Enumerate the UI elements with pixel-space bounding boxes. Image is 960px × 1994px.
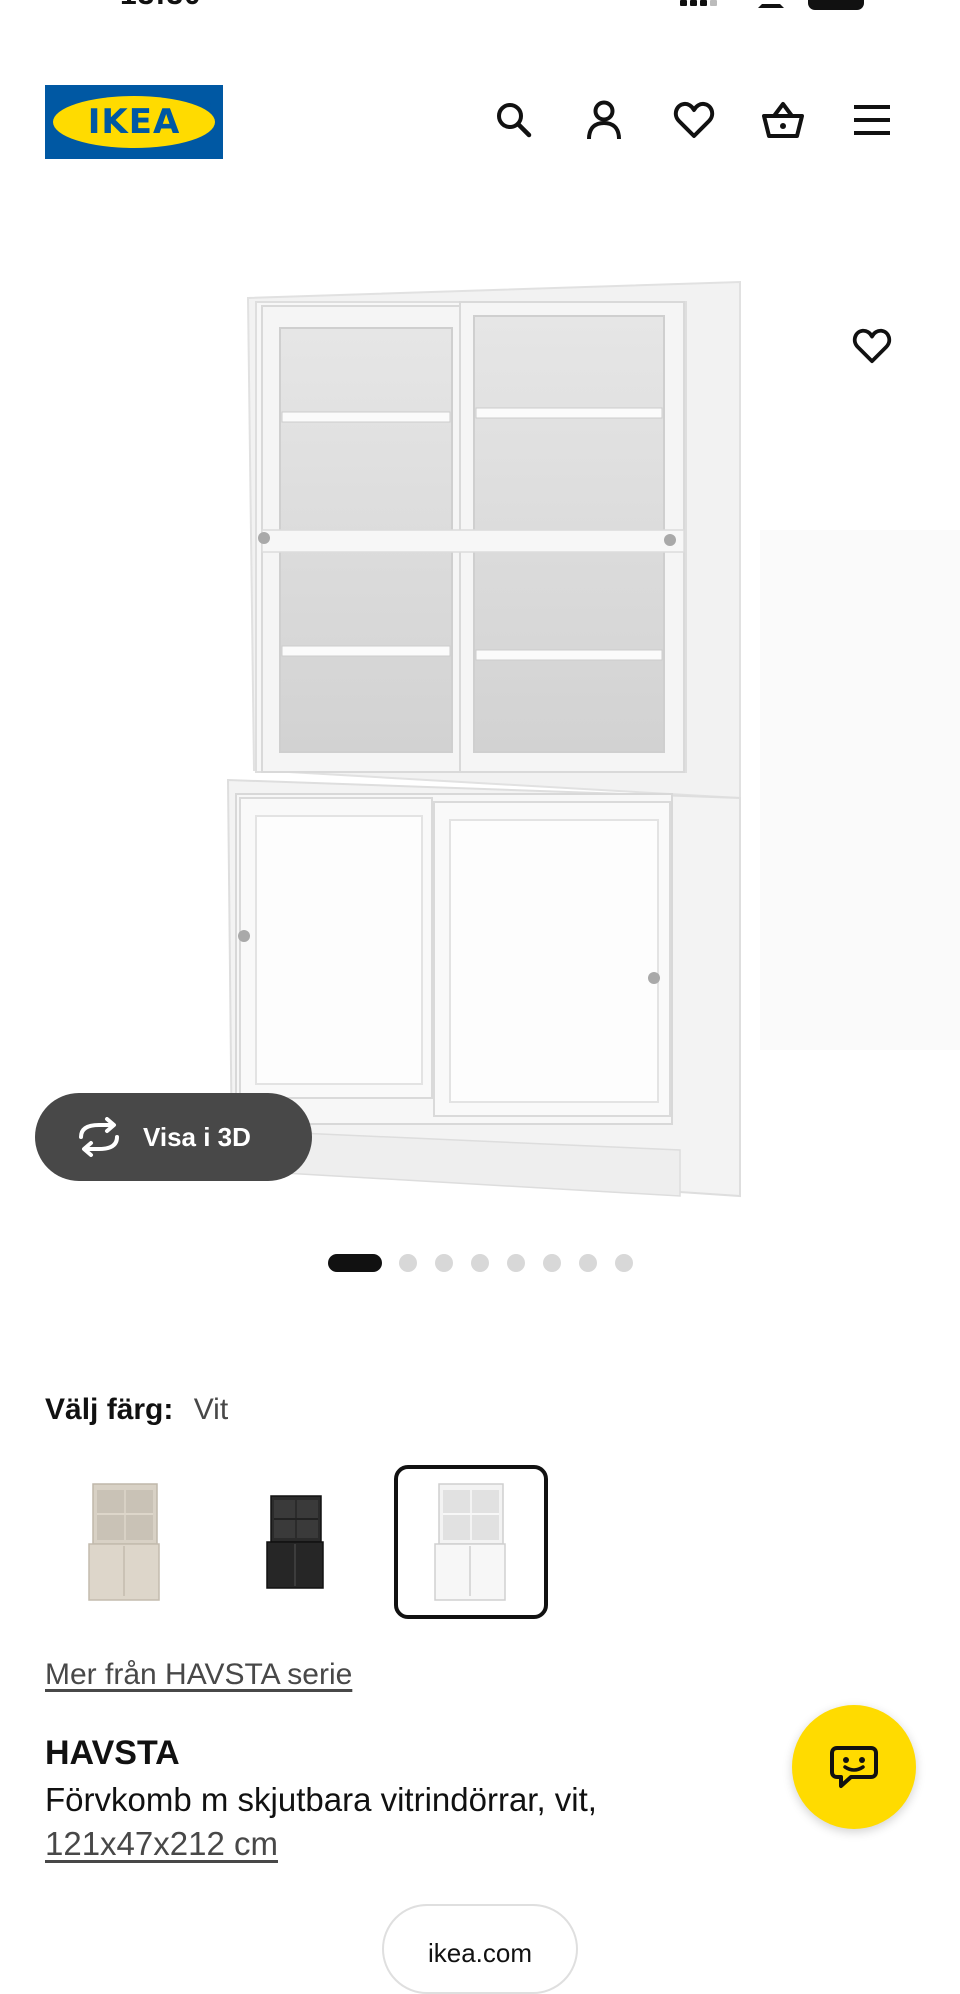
status-time: 13:30 bbox=[120, 0, 202, 12]
wifi-icon bbox=[758, 0, 784, 8]
browser-url-bar[interactable]: ikea.com bbox=[382, 1904, 578, 1994]
gallery-pagination bbox=[0, 1251, 960, 1272]
menu-icon[interactable] bbox=[848, 96, 896, 144]
color-selected-value: Vit bbox=[193, 1393, 229, 1426]
ikea-logo[interactable]: IKEA ® bbox=[45, 85, 223, 159]
site-header: IKEA ® bbox=[0, 80, 960, 160]
color-option-white[interactable] bbox=[394, 1465, 548, 1619]
gallery-dot[interactable] bbox=[399, 1254, 417, 1272]
favorite-product-icon[interactable] bbox=[848, 322, 896, 370]
product-description: Förvkomb m skjutbara vitrindörrar, vit, bbox=[45, 1781, 597, 1818]
product-description-block: Förvkomb m skjutbara vitrindörrar, vit, … bbox=[45, 1778, 765, 1866]
gallery-dot-active[interactable] bbox=[328, 1254, 382, 1272]
product-dimensions-link[interactable]: 121x47x212 cm bbox=[45, 1825, 278, 1862]
product-image[interactable] bbox=[0, 250, 960, 1210]
favorites-icon[interactable] bbox=[670, 96, 718, 144]
gallery-dot[interactable] bbox=[507, 1254, 525, 1272]
color-label-key: Välj färg: bbox=[45, 1393, 174, 1426]
status-bar: 13:30 bbox=[0, 0, 960, 12]
signal-icon bbox=[680, 0, 720, 6]
chat-icon bbox=[830, 1746, 878, 1788]
battery-icon bbox=[808, 0, 864, 10]
color-label: Välj färg: Vit bbox=[45, 1393, 228, 1427]
gallery-dot[interactable] bbox=[615, 1254, 633, 1272]
color-option-beige[interactable] bbox=[48, 1465, 202, 1619]
gallery-dot[interactable] bbox=[435, 1254, 453, 1272]
color-option-black[interactable] bbox=[219, 1465, 373, 1619]
gallery-dot[interactable] bbox=[543, 1254, 561, 1272]
series-link[interactable]: Mer från HAVSTA serie bbox=[45, 1658, 352, 1692]
product-name: HAVSTA bbox=[45, 1734, 180, 1772]
account-icon[interactable] bbox=[580, 96, 628, 144]
gallery-dot[interactable] bbox=[471, 1254, 489, 1272]
view-in-3d-button[interactable]: Visa i 3D bbox=[35, 1093, 312, 1181]
view-in-3d-label: Visa i 3D bbox=[143, 1121, 251, 1152]
search-icon[interactable] bbox=[490, 96, 538, 144]
rotate-3d-icon bbox=[79, 1117, 119, 1157]
browser-url-text: ikea.com bbox=[427, 1938, 533, 1968]
logo-text: IKEA bbox=[87, 102, 181, 142]
chat-button[interactable] bbox=[792, 1705, 916, 1829]
cart-icon[interactable] bbox=[759, 96, 807, 144]
gallery-dot[interactable] bbox=[579, 1254, 597, 1272]
